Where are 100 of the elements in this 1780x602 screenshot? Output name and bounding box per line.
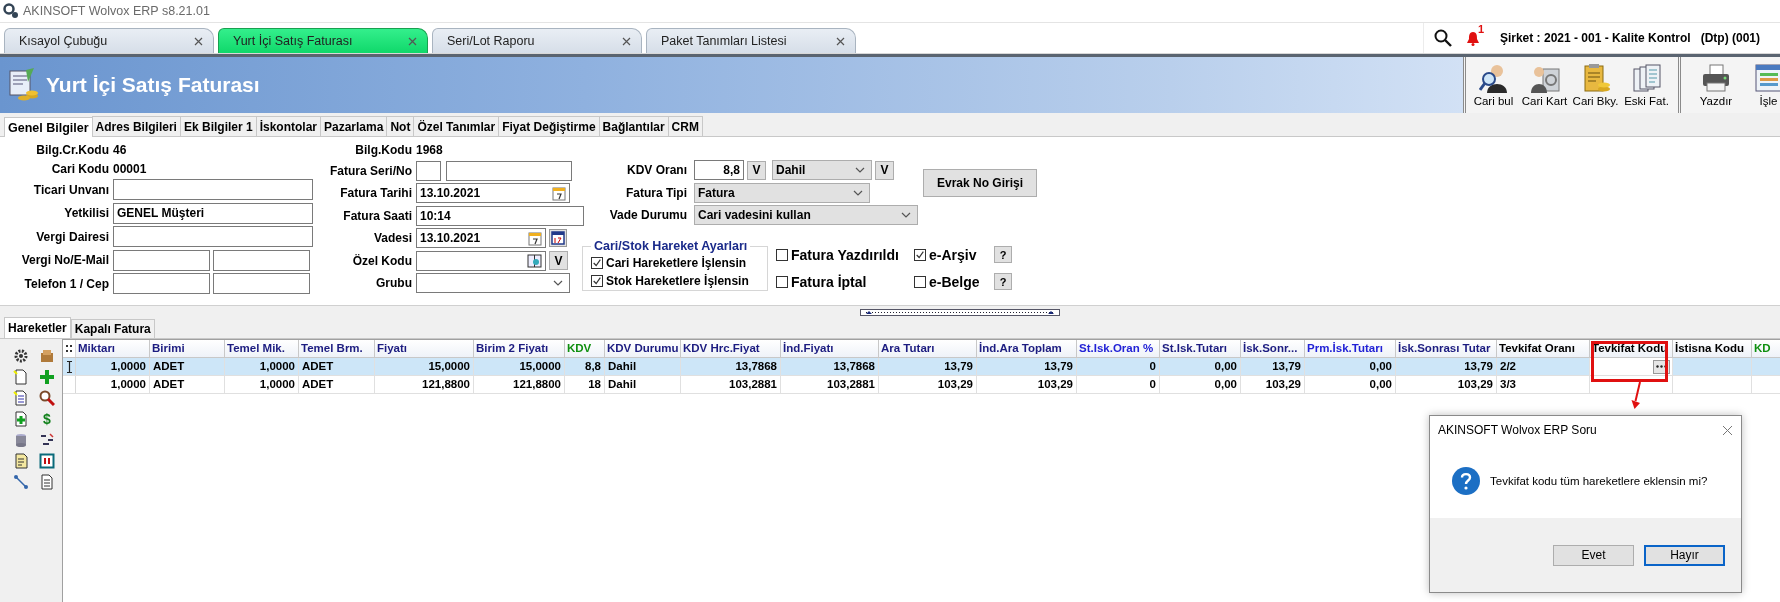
- column-header[interactable]: İnd.Ara Toplam: [977, 340, 1077, 357]
- table-cell: 1,0000: [225, 358, 299, 375]
- column-header[interactable]: KDV Hrc.Fiyat: [681, 340, 781, 357]
- add-document-icon[interactable]: [13, 410, 29, 427]
- bell-icon[interactable]: [1465, 30, 1480, 46]
- dropdown[interactable]: Dahil: [772, 160, 872, 180]
- toolbar-button[interactable]: Eski Fat.: [1621, 57, 1672, 113]
- toolbar-button[interactable]: Yazdır: [1678, 57, 1743, 113]
- boxes-icon[interactable]: [39, 347, 55, 364]
- column-header[interactable]: Ara Tutarı: [879, 340, 977, 357]
- toolbar-button[interactable]: Cari Bky.: [1570, 57, 1621, 113]
- help-button[interactable]: ?: [994, 273, 1012, 290]
- toolbar-button[interactable]: Cari bul: [1468, 57, 1519, 113]
- text-field[interactable]: [113, 249, 210, 271]
- close-icon[interactable]: [194, 36, 203, 46]
- text-field[interactable]: [113, 273, 210, 294]
- v-button[interactable]: V: [875, 160, 894, 180]
- tab[interactable]: Kısayol Çubuğu: [4, 28, 214, 53]
- column-header[interactable]: St.Isk.Tutarı: [1160, 340, 1241, 357]
- search-icon[interactable]: [1433, 29, 1452, 47]
- checkbox[interactable]: [776, 248, 788, 261]
- tab[interactable]: Kapalı Fatura: [70, 319, 155, 338]
- column-header[interactable]: Birimi: [150, 340, 225, 357]
- column-header[interactable]: KD: [1752, 340, 1780, 357]
- column-header[interactable]: İstisna Kodu: [1673, 340, 1752, 357]
- date-field[interactable]: 13.10.2021: [416, 183, 570, 203]
- pause-icon[interactable]: [39, 452, 55, 469]
- dropdown[interactable]: [416, 273, 570, 293]
- document-lines-icon[interactable]: [13, 389, 29, 406]
- column-header[interactable]: Temel Mik.: [225, 340, 299, 357]
- tab[interactable]: Seri/Lot Raporu: [432, 28, 642, 53]
- dialog-button[interactable]: Hayır: [1644, 544, 1725, 566]
- checkbox[interactable]: [914, 248, 926, 261]
- date-field[interactable]: 13.10.2021: [416, 228, 546, 248]
- column-header[interactable]: Birim 2 Fiyatı: [474, 340, 565, 357]
- rate-field[interactable]: 8,8: [694, 160, 744, 180]
- book-icon[interactable]: [527, 253, 542, 268]
- calendar-icon[interactable]: [552, 185, 566, 201]
- text-field[interactable]: [446, 160, 572, 181]
- lookup-field[interactable]: [416, 250, 546, 271]
- close-icon[interactable]: [622, 36, 631, 46]
- text-field[interactable]: [113, 226, 313, 247]
- toolbar-button[interactable]: İşle: [1743, 57, 1780, 113]
- tab[interactable]: CRM: [667, 116, 703, 136]
- dropdown[interactable]: Fatura: [694, 182, 870, 203]
- toolbar-button[interactable]: Cari Kart: [1519, 57, 1570, 113]
- search-icon[interactable]: [39, 389, 55, 406]
- document-icon[interactable]: [13, 368, 29, 385]
- edit-document-icon[interactable]: [13, 452, 29, 469]
- text-field[interactable]: [113, 179, 313, 200]
- tab[interactable]: Bağlantılar: [598, 116, 669, 136]
- close-icon[interactable]: [836, 36, 845, 46]
- column-header[interactable]: İnd.Fiyatı: [781, 340, 879, 357]
- checkbox[interactable]: [591, 274, 603, 287]
- column-header[interactable]: Fiyatı: [375, 340, 474, 357]
- tab[interactable]: Paket Tanımları Listesi: [646, 28, 856, 53]
- connection-icon[interactable]: [13, 473, 29, 490]
- tab[interactable]: Adres Bilgileri: [91, 116, 181, 136]
- checkbox[interactable]: [914, 275, 926, 288]
- currency-icon[interactable]: $: [43, 410, 51, 427]
- gear-icon[interactable]: [13, 347, 29, 364]
- checkbox[interactable]: [591, 256, 603, 269]
- help-button[interactable]: ?: [994, 246, 1012, 263]
- sort-icon[interactable]: [39, 431, 55, 448]
- tab[interactable]: Hareketler: [4, 317, 71, 338]
- dropdown[interactable]: Cari vadesini kullan: [694, 205, 918, 225]
- text-field[interactable]: [213, 249, 310, 271]
- tab[interactable]: Yurt İçi Satış Faturası: [218, 28, 428, 53]
- tab[interactable]: Fiyat Değiştirme: [498, 116, 600, 136]
- splitter-handle[interactable]: [860, 308, 1060, 316]
- text-field[interactable]: 10:14: [416, 205, 584, 226]
- close-icon[interactable]: [1722, 424, 1733, 436]
- column-header[interactable]: St.Isk.Oran %: [1077, 340, 1160, 357]
- table-cell: 13,79: [1241, 358, 1305, 375]
- evrak-button[interactable]: Evrak No Girişi: [923, 169, 1037, 197]
- column-header[interactable]: İsk.Sonrası Tutar: [1396, 340, 1497, 357]
- dialog-button[interactable]: Evet: [1553, 544, 1634, 566]
- database-icon[interactable]: [13, 431, 29, 448]
- column-header[interactable]: KDV: [565, 340, 605, 357]
- calendar-button-icon[interactable]: [549, 229, 567, 247]
- tab[interactable]: Ek Bilgiler 1: [179, 116, 257, 136]
- close-icon[interactable]: [408, 36, 417, 46]
- column-header[interactable]: İsk.Sonr...: [1241, 340, 1305, 357]
- column-header[interactable]: Temel Brm.: [299, 340, 375, 357]
- plus-icon[interactable]: [39, 368, 55, 385]
- column-header[interactable]: KDV Durumu: [605, 340, 681, 357]
- table-cell: ADET: [150, 358, 225, 375]
- v-button[interactable]: V: [549, 251, 568, 270]
- text-field[interactable]: [213, 273, 310, 294]
- text-field[interactable]: [416, 160, 441, 181]
- calendar-icon[interactable]: [528, 230, 542, 246]
- column-header[interactable]: Prm.İsk.Tutarı: [1305, 340, 1396, 357]
- page-icon[interactable]: [39, 473, 55, 490]
- tab[interactable]: Genel Bilgiler: [4, 117, 93, 137]
- v-button[interactable]: V: [747, 160, 766, 180]
- column-header[interactable]: Miktarı: [76, 340, 150, 357]
- column-header[interactable]: Tevkifat Oranı: [1497, 340, 1590, 357]
- info-value: 00001: [113, 160, 148, 177]
- text-field[interactable]: GENEL Müşteri: [113, 202, 313, 224]
- checkbox[interactable]: [776, 275, 788, 288]
